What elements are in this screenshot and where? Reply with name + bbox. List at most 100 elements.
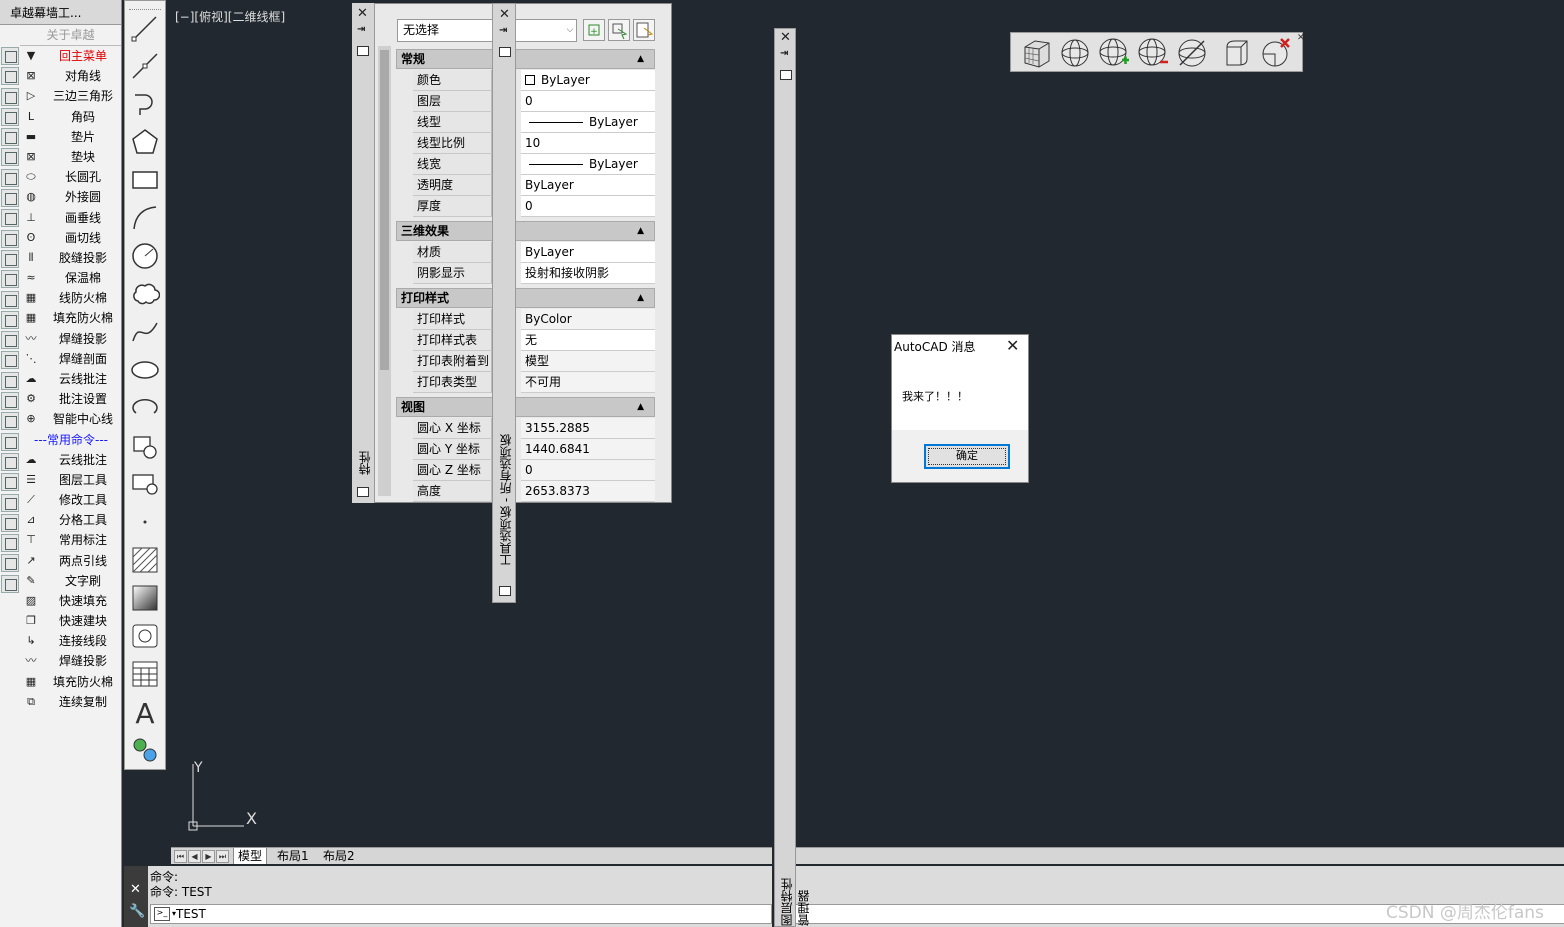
menu-item[interactable]: ≈ 保温棉 [22,268,120,288]
next-tab-button[interactable]: ▶ [202,850,215,863]
line-icon[interactable] [130,13,160,43]
properties-scrollbar[interactable] [378,46,391,496]
quick-tool-icon[interactable] [1,290,19,309]
shade-box-icon[interactable] [1221,37,1253,69]
quick-tool-icon[interactable] [1,331,19,350]
about-button[interactable]: 关于卓越 [20,25,121,46]
quick-tool-icon[interactable] [1,574,19,593]
menu-item[interactable]: ⊤ 常用标注 [22,530,120,550]
insert-block-icon[interactable] [130,431,160,461]
quick-tool-icon[interactable] [1,270,19,289]
menu-item[interactable]: ⊠ 对角线 [22,66,120,86]
property-row[interactable]: 阴影显示 投射和接收阴影 [413,263,655,284]
menu-item[interactable]: ↗ 两点引线 [22,551,120,571]
property-section-header[interactable]: 三维效果 ▲ [396,221,655,241]
property-row[interactable]: 高度 2653.8373 [413,481,655,502]
quick-tool-icon[interactable] [1,513,19,532]
revision-cloud-icon[interactable] [130,279,160,309]
menu-item[interactable]: ✎ 文字刷 [22,571,120,591]
menu-item[interactable]: ▷ 三边三角形 [22,86,120,106]
quick-tool-icon[interactable] [1,209,19,228]
property-row[interactable]: 厚度 0 [413,196,655,217]
create-block-icon[interactable] [130,469,160,499]
quick-select-button[interactable] [633,19,655,41]
property-value[interactable]: 模型 [521,351,655,372]
property-value[interactable]: ByLayer [521,70,655,91]
quick-tool-icon[interactable] [1,229,19,248]
menu-item[interactable]: ⟋ 修改工具 [22,490,120,510]
properties-autohide-icon[interactable]: ⇥ [357,24,365,35]
menu-item[interactable]: ☁ 云线批注 [22,450,120,470]
collapse-icon[interactable]: ▲ [637,222,644,240]
toolbar-grip[interactable] [129,3,161,10]
quick-tool-icon[interactable] [1,452,19,471]
tool-palettes-panel-icon[interactable] [499,586,511,596]
first-tab-button[interactable]: ⏮ [174,850,187,863]
menu-item[interactable]: ◍ 外接圆 [22,187,120,207]
property-value[interactable]: 不可用 [521,372,655,393]
property-row[interactable]: 打印样式 ByColor [413,309,655,330]
orbit-toolbar-close-icon[interactable]: ✕ [1297,33,1305,43]
property-value[interactable]: 0 [521,460,655,481]
quick-tool-icon[interactable] [1,67,19,86]
rectangle-icon[interactable] [130,165,160,195]
property-row[interactable]: 打印样式表 无 [413,330,655,351]
tab-model[interactable]: 模型 [233,848,268,864]
property-value[interactable]: 10 [521,133,655,154]
properties-titlebar[interactable]: ✕ ⇥ 特性 [352,3,375,503]
property-value[interactable]: ByLayer [521,175,655,196]
multiline-text-icon[interactable]: A [130,697,160,727]
menu-item[interactable]: ❐ 快速建块 [22,611,120,631]
menu-item[interactable]: ⋱ 焊缝剖面 [22,349,120,369]
quick-tool-icon[interactable] [1,168,19,187]
menu-item[interactable]: ▦ 填充防火棉 [22,308,120,328]
orbit-remove-icon[interactable] [1137,37,1169,69]
property-row[interactable]: 材质 ByLayer [413,242,655,263]
gradient-icon[interactable] [130,583,160,613]
menu-item[interactable]: ▦ 线防火棉 [22,288,120,308]
ellipse-icon[interactable] [130,355,160,385]
add-selected-icon[interactable] [130,735,160,765]
clear-shading-icon[interactable] [1259,37,1291,69]
quick-tool-icon[interactable] [1,249,19,268]
quick-tool-icon[interactable] [1,554,19,573]
properties-close-icon[interactable]: ✕ [357,6,368,21]
properties-panel-icon[interactable] [357,487,369,497]
menu-item[interactable]: ▬ 垫片 [22,127,120,147]
menu-item[interactable]: 〰 焊缝投影 [22,329,120,349]
quick-tool-icon[interactable] [1,351,19,370]
property-row[interactable]: 透明度 ByLayer [413,175,655,196]
toggle-pickadd-button[interactable]: + [583,19,605,41]
quick-tool-icon[interactable] [1,107,19,126]
menu-item[interactable]: ▦ 填充防火棉 [22,672,120,692]
quick-tool-icon[interactable] [1,371,19,390]
tab-layout2[interactable]: 布局2 [319,848,359,864]
construction-line-icon[interactable] [130,51,160,81]
property-row[interactable]: 圆心 Z 坐标 0 [413,460,655,481]
property-row[interactable]: 图层 0 [413,91,655,112]
quick-tool-icon[interactable] [1,87,19,106]
command-close-icon[interactable]: ✕ [130,882,141,897]
quick-tool-icon[interactable] [1,432,19,451]
collapse-icon[interactable]: ▲ [637,398,644,416]
property-value[interactable]: 无 [521,330,655,351]
property-row[interactable]: 线型比例 10 [413,133,655,154]
menu-item[interactable]: ⊠ 垫块 [22,147,120,167]
quick-tool-icon[interactable] [1,473,19,492]
tab-layout1[interactable]: 布局1 [273,848,313,864]
menu-item[interactable]: ⬭ 长圆孔 [22,167,120,187]
selection-dropdown[interactable]: 无选择 [397,19,577,42]
prev-tab-button[interactable]: ◀ [188,850,201,863]
properties-menu-icon[interactable] [357,46,369,56]
spline-icon[interactable] [130,317,160,347]
collapse-icon[interactable]: ▲ [637,289,644,307]
property-row[interactable]: 打印表附着到 模型 [413,351,655,372]
property-value[interactable]: ByLayer [521,242,655,263]
quick-tool-icon[interactable] [1,493,19,512]
collapse-icon[interactable]: ▲ [637,50,644,68]
property-value[interactable]: 1440.6841 [521,439,655,460]
menu-item[interactable]: ⊕ 智能中心线 [22,409,120,429]
layer-manager-autohide-icon[interactable]: ⇥ [780,48,788,59]
arc-icon[interactable] [130,203,160,233]
command-customize-icon[interactable]: 🔧 [129,904,145,919]
